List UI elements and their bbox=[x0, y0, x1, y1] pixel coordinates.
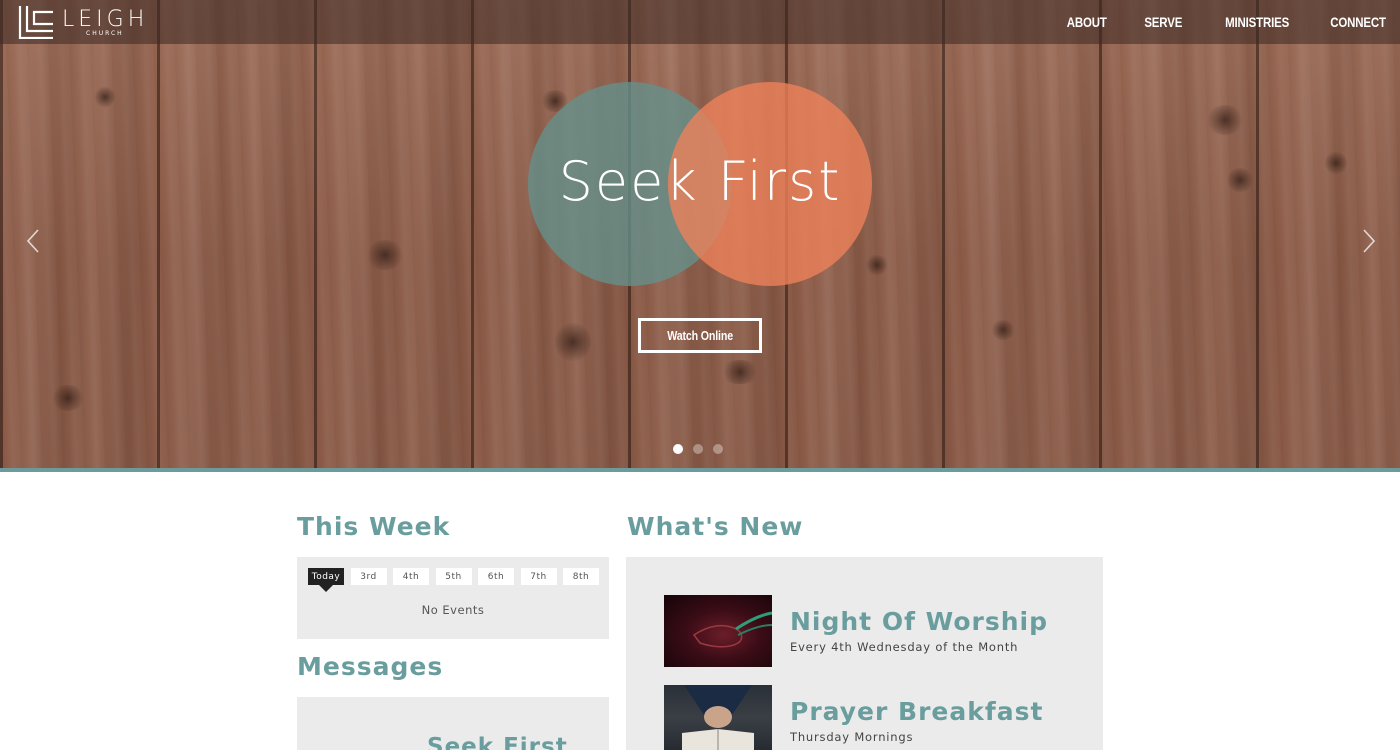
slider-pagination bbox=[673, 444, 733, 454]
nav-about[interactable]: ABOUT bbox=[1067, 14, 1107, 30]
wood-knot bbox=[1205, 105, 1245, 135]
messages-panel: Seek First bbox=[297, 697, 609, 750]
chevron-right-icon[interactable] bbox=[1358, 228, 1378, 254]
chevron-left-icon[interactable] bbox=[24, 228, 44, 254]
day-tab-6th[interactable]: 6th bbox=[478, 568, 514, 585]
watch-online-label: Watch Online bbox=[667, 328, 733, 343]
day-tab-5th[interactable]: 5th bbox=[435, 568, 472, 585]
nav-connect[interactable]: CONNECT bbox=[1330, 14, 1386, 30]
top-navigation-bar: LEIGH CHURCH ABOUT SERVE MINISTRIES CONN… bbox=[0, 0, 1400, 44]
whats-new-panel: Night Of Worship Every 4th Wednesday of … bbox=[626, 557, 1103, 750]
wood-knot bbox=[95, 85, 115, 109]
whats-new-item[interactable]: Prayer Breakfast Thursday Mornings bbox=[664, 685, 1094, 750]
logo-wordmark: LEIGH bbox=[62, 7, 149, 32]
messages-heading: Messages bbox=[297, 652, 444, 681]
day-tab-3rd[interactable]: 3rd bbox=[350, 568, 387, 585]
day-tab-8th[interactable]: 8th bbox=[563, 568, 599, 585]
wood-knot bbox=[720, 360, 760, 384]
slide-dot-1[interactable] bbox=[673, 444, 683, 454]
slide-dot-3[interactable] bbox=[713, 444, 723, 454]
this-week-heading: This Week bbox=[297, 512, 451, 541]
whats-new-item[interactable]: Night Of Worship Every 4th Wednesday of … bbox=[664, 595, 1094, 667]
wood-knot bbox=[555, 320, 591, 364]
watch-online-button[interactable]: Watch Online bbox=[638, 318, 762, 353]
logo-mark-icon bbox=[18, 6, 53, 39]
latest-message-title[interactable]: Seek First bbox=[427, 734, 568, 750]
nav-ministries[interactable]: MINISTRIES bbox=[1225, 14, 1289, 30]
logo-subtitle: CHURCH bbox=[86, 30, 124, 37]
hero-slider: Seek First Watch Online LEIGH CHURCH ABO… bbox=[0, 0, 1400, 468]
raised-hand-image bbox=[692, 611, 772, 648]
wood-knot bbox=[1325, 150, 1347, 176]
slide-dot-2[interactable] bbox=[693, 444, 703, 454]
whats-new-heading: What's New bbox=[627, 512, 804, 541]
day-tabs: Today 3rd 4th 5th 6th 7th 8th bbox=[308, 568, 606, 592]
praying-hands-image bbox=[682, 685, 754, 750]
wood-knot bbox=[990, 320, 1016, 340]
wood-knot bbox=[865, 255, 889, 275]
wood-knot bbox=[365, 240, 405, 270]
worship-thumbnail bbox=[664, 595, 772, 667]
this-week-panel: Today 3rd 4th 5th 6th 7th 8th No Events bbox=[297, 557, 609, 639]
wood-knot bbox=[1225, 168, 1255, 192]
whats-new-item-title: Prayer Breakfast bbox=[790, 697, 1044, 726]
nav-serve[interactable]: SERVE bbox=[1144, 14, 1182, 30]
no-events-message: No Events bbox=[421, 603, 485, 617]
wood-knot bbox=[50, 385, 86, 411]
church-logo[interactable]: LEIGH CHURCH bbox=[18, 5, 144, 41]
day-tab-4th[interactable]: 4th bbox=[393, 568, 429, 585]
whats-new-item-subtitle: Every 4th Wednesday of the Month bbox=[790, 640, 1019, 654]
day-tab-today[interactable]: Today bbox=[308, 568, 344, 592]
whats-new-item-subtitle: Thursday Mornings bbox=[790, 730, 914, 744]
hero-bottom-border bbox=[0, 468, 1400, 472]
day-tab-7th[interactable]: 7th bbox=[520, 568, 557, 585]
hero-title: Seek First bbox=[558, 150, 842, 213]
main-nav: ABOUT SERVE MINISTRIES CONNECT bbox=[1029, 0, 1386, 44]
whats-new-item-title: Night Of Worship bbox=[790, 607, 1049, 636]
prayer-thumbnail bbox=[664, 685, 772, 750]
